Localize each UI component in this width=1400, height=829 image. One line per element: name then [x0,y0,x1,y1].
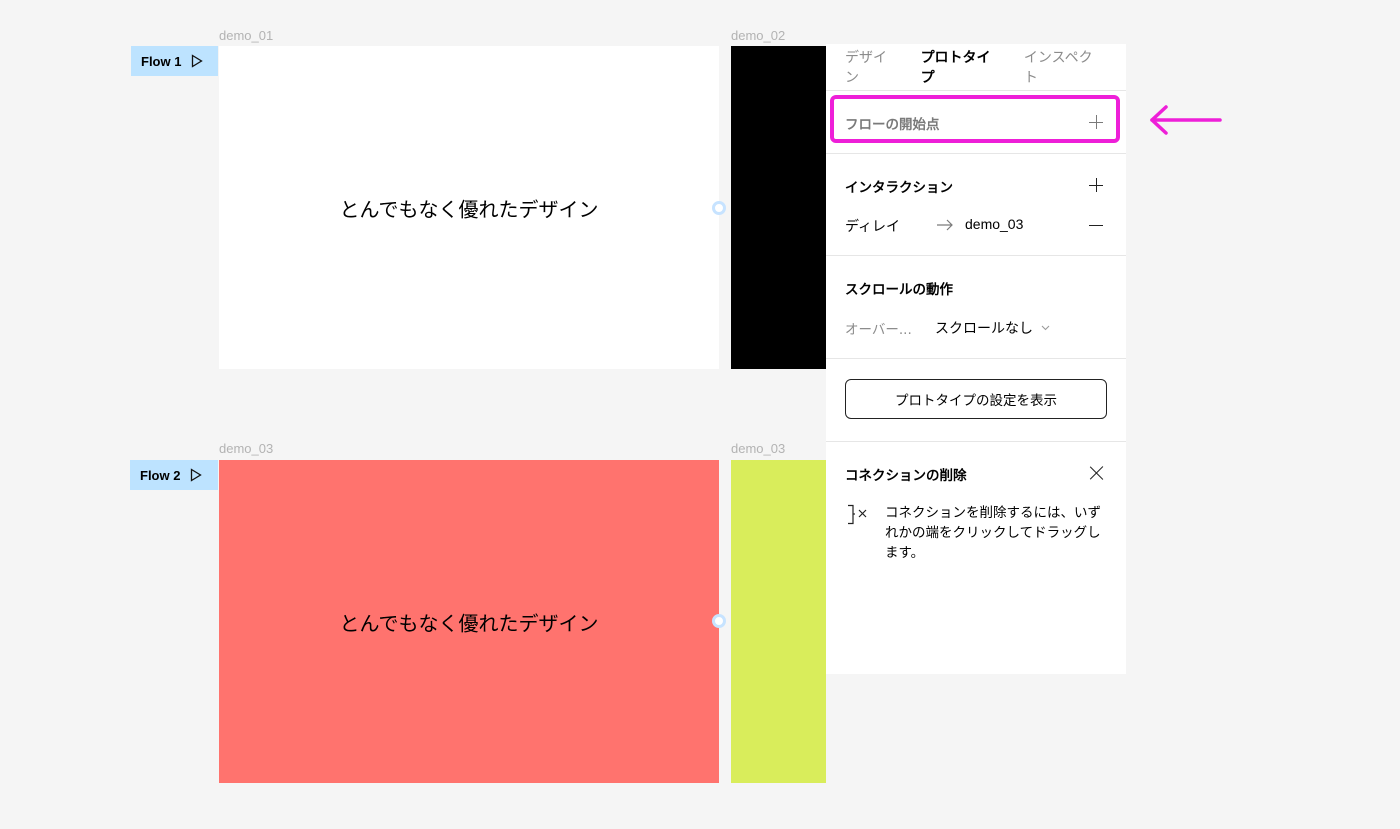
interactions-section: インタラクション ディレイ demo_03 [826,154,1126,256]
frame-label-demo-03-secondary[interactable]: demo_03 [731,441,785,456]
add-flow-start-button[interactable] [1089,115,1103,129]
interaction-trigger[interactable]: ディレイ [845,216,900,236]
frame-demo-03[interactable]: とんでもなく優れたデザイン [219,460,719,783]
delete-connection-title: コネクションの削除 [845,468,967,484]
panel-tabs: デザイン プロトタイプ インスペクト [826,44,1126,91]
overflow-dropdown[interactable]: スクロールなし [935,318,1050,338]
frame-demo-01[interactable]: とんでもなく優れたデザイン [219,46,719,369]
disconnect-icon [848,504,867,525]
flow-start-label: フローの開始点 [845,117,940,133]
connection-node[interactable] [712,614,726,628]
scroll-title: スクロールの動作 [845,282,953,298]
frame-headline: とんでもなく優れたデザイン [339,611,599,635]
close-icon[interactable] [1089,466,1103,480]
add-interaction-button[interactable] [1089,178,1103,192]
frame-headline: とんでもなく優れたデザイン [339,197,599,221]
prototype-settings-button[interactable]: プロトタイプの設定を表示 [845,379,1107,419]
frame-demo-02[interactable] [731,46,826,369]
delete-connection-description: コネクションを削除するには、いずれかの端をクリックしてドラッグします。 [885,505,1101,561]
delete-connection-section: コネクションの削除 コネクションを削除するには、いずれかの端をクリックしてドラッ… [826,442,1126,592]
remove-interaction-button[interactable] [1089,218,1103,232]
flow-2-tag[interactable]: Flow 2 [130,460,218,490]
chevron-down-icon [1041,325,1050,331]
tab-design[interactable]: デザイン [845,47,901,87]
play-icon[interactable] [190,468,203,482]
flow-1-tag[interactable]: Flow 1 [131,46,218,76]
frame-demo-03-secondary[interactable] [731,460,826,783]
interaction-target[interactable]: demo_03 [965,216,1023,232]
tab-prototype[interactable]: プロトタイプ [921,47,1004,87]
prototype-panel: デザイン プロトタイプ インスペクト フローの開始点 インタラクション ディレイ… [826,44,1126,674]
frame-label-demo-01[interactable]: demo_01 [219,28,273,43]
flow-1-label: Flow 1 [141,53,182,69]
settings-section: プロトタイプの設定を表示 [826,359,1126,442]
tab-inspect[interactable]: インスペクト [1024,47,1106,87]
connection-node[interactable] [712,201,726,215]
flow-2-label: Flow 2 [140,467,181,483]
overflow-value: スクロールなし [935,321,1033,337]
flow-start-section: フローの開始点 [826,91,1126,154]
arrow-left-icon [1150,105,1222,135]
play-icon[interactable] [191,54,204,68]
overflow-label: オーバー... [845,322,912,338]
scroll-section: スクロールの動作 オーバー... スクロールなし [826,256,1126,359]
interaction-row[interactable]: ディレイ demo_03 [845,216,1107,236]
frame-label-demo-02[interactable]: demo_02 [731,28,785,43]
arrow-right-icon [937,219,953,231]
frame-label-demo-03[interactable]: demo_03 [219,441,273,456]
interactions-title: インタラクション [845,180,953,196]
